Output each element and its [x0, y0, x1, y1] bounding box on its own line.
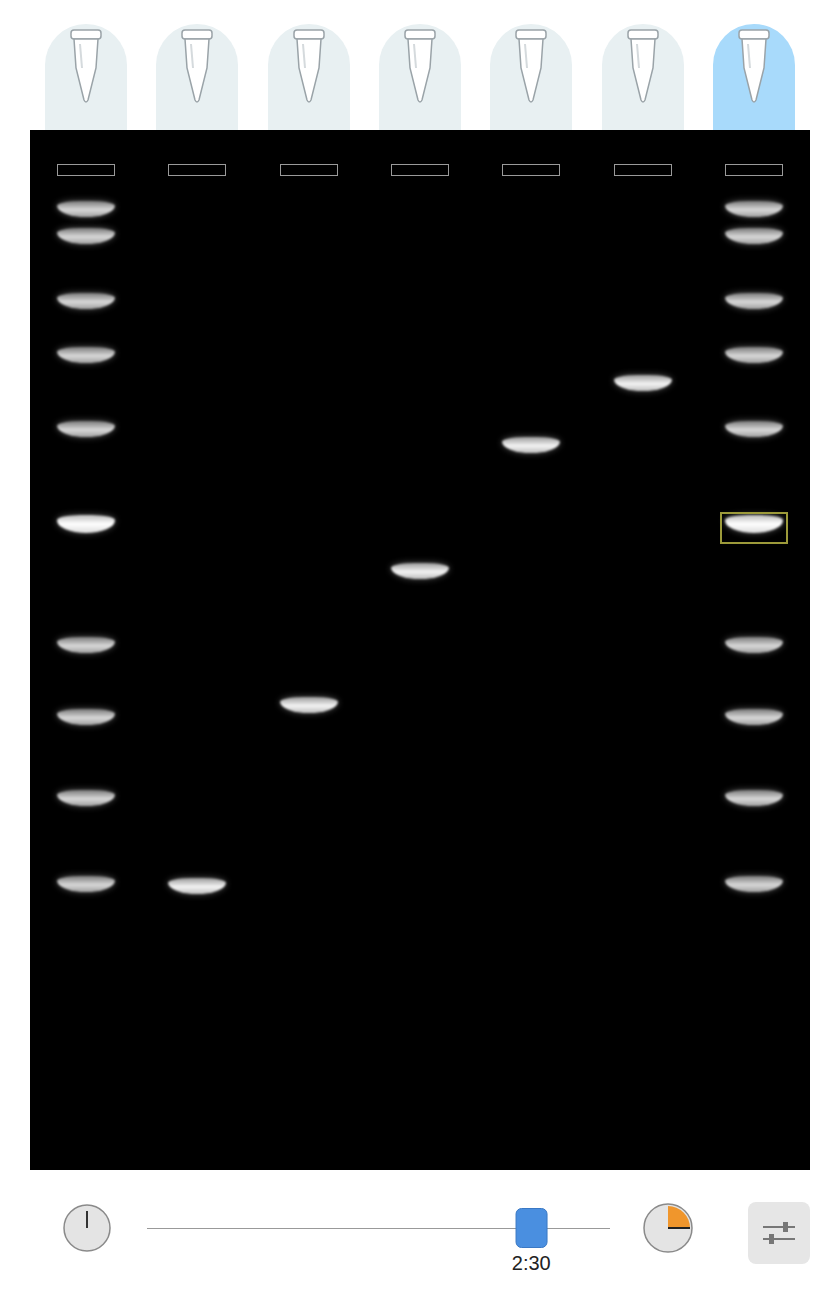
- tube-button[interactable]: [713, 24, 795, 130]
- tube-icon: [403, 28, 437, 106]
- dna-band[interactable]: [502, 437, 560, 453]
- dna-band[interactable]: [725, 515, 783, 533]
- dna-band[interactable]: [725, 293, 783, 309]
- clock-end-icon[interactable]: [642, 1202, 694, 1254]
- well: [725, 164, 783, 176]
- tube-row: [0, 0, 840, 130]
- dna-band[interactable]: [57, 293, 115, 309]
- tube-icon: [737, 28, 771, 106]
- dna-band[interactable]: [57, 515, 115, 533]
- tube-button[interactable]: [268, 24, 350, 130]
- dna-band[interactable]: [614, 375, 672, 391]
- gel: [30, 130, 810, 1170]
- gel-lane: [30, 130, 141, 1170]
- dna-band[interactable]: [725, 637, 783, 653]
- dna-band[interactable]: [725, 876, 783, 892]
- dna-band[interactable]: [391, 563, 449, 579]
- dna-band[interactable]: [280, 697, 338, 713]
- dna-band[interactable]: [725, 421, 783, 437]
- dna-band[interactable]: [57, 790, 115, 806]
- tube-icon: [514, 28, 548, 106]
- well: [502, 164, 560, 176]
- gel-simulator: 2:30: [0, 0, 840, 1300]
- tube-button[interactable]: [45, 24, 127, 130]
- slider-thumb[interactable]: [515, 1208, 547, 1248]
- dna-band[interactable]: [725, 228, 783, 244]
- dna-band[interactable]: [57, 201, 115, 217]
- tube-icon: [292, 28, 326, 106]
- well: [57, 164, 115, 176]
- time-label: 2:30: [512, 1252, 551, 1275]
- gel-lane: [253, 130, 364, 1170]
- clock-start-icon[interactable]: [62, 1203, 112, 1253]
- dna-band[interactable]: [725, 709, 783, 725]
- gel-lane: [141, 130, 252, 1170]
- dna-band[interactable]: [725, 201, 783, 217]
- dna-band[interactable]: [57, 876, 115, 892]
- settings-button[interactable]: [748, 1202, 810, 1264]
- dna-band[interactable]: [725, 790, 783, 806]
- well: [168, 164, 226, 176]
- gel-lane: [699, 130, 810, 1170]
- dna-band[interactable]: [57, 421, 115, 437]
- tube-icon: [180, 28, 214, 106]
- well: [280, 164, 338, 176]
- dna-band[interactable]: [57, 709, 115, 725]
- tube-icon: [69, 28, 103, 106]
- dna-band[interactable]: [168, 878, 226, 894]
- well: [614, 164, 672, 176]
- gel-lane: [476, 130, 587, 1170]
- dna-band[interactable]: [725, 347, 783, 363]
- tube-button[interactable]: [379, 24, 461, 130]
- tube-button[interactable]: [490, 24, 572, 130]
- gel-lane: [364, 130, 475, 1170]
- sliders-icon: [759, 1217, 799, 1249]
- time-slider[interactable]: 2:30: [147, 1170, 610, 1280]
- time-controls: 2:30: [0, 1170, 840, 1300]
- gel-lane: [587, 130, 698, 1170]
- tube-button[interactable]: [602, 24, 684, 130]
- tube-icon: [626, 28, 660, 106]
- dna-band[interactable]: [57, 637, 115, 653]
- well: [391, 164, 449, 176]
- tube-button[interactable]: [156, 24, 238, 130]
- dna-band[interactable]: [57, 228, 115, 244]
- band-highlight: [720, 512, 788, 544]
- dna-band[interactable]: [57, 347, 115, 363]
